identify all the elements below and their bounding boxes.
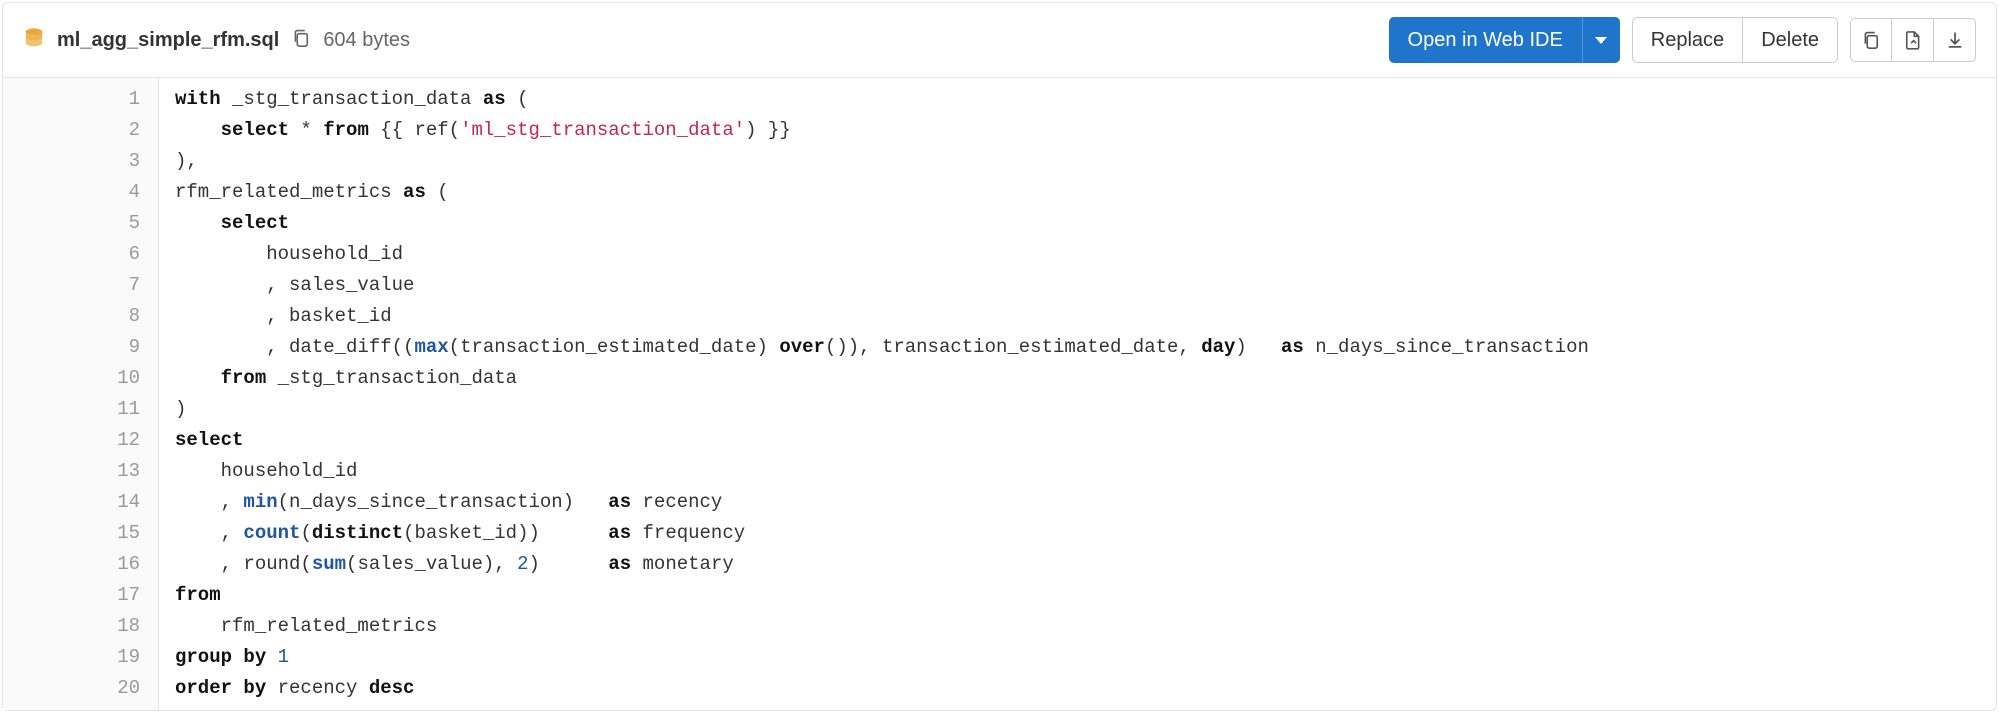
line-numbers-gutter: 1234567891011121314151617181920 — [3, 78, 159, 710]
delete-button[interactable]: Delete — [1743, 17, 1838, 63]
code-area: 1234567891011121314151617181920 with _st… — [3, 78, 1996, 710]
code-content[interactable]: with _stg_transaction_data as ( select *… — [159, 78, 1996, 710]
line-number[interactable]: 4 — [3, 177, 140, 208]
line-number[interactable]: 13 — [3, 456, 140, 487]
line-number[interactable]: 14 — [3, 487, 140, 518]
line-number[interactable]: 19 — [3, 642, 140, 673]
code-line: from — [175, 580, 1996, 611]
replace-delete-group: Replace Delete — [1632, 17, 1838, 63]
line-number[interactable]: 15 — [3, 518, 140, 549]
download-icon — [1945, 30, 1965, 50]
line-number[interactable]: 20 — [3, 673, 140, 704]
line-number[interactable]: 18 — [3, 611, 140, 642]
code-line: , round(sum(sales_value), 2) as monetary — [175, 549, 1996, 580]
line-number[interactable]: 17 — [3, 580, 140, 611]
file-name: ml_agg_simple_rfm.sql — [57, 29, 279, 52]
code-line: select * from {{ ref('ml_stg_transaction… — [175, 115, 1996, 146]
open-ide-group: Open in Web IDE — [1389, 17, 1620, 63]
line-number[interactable]: 5 — [3, 208, 140, 239]
replace-button[interactable]: Replace — [1632, 17, 1743, 63]
code-line: , min(n_days_since_transaction) as recen… — [175, 487, 1996, 518]
file-icon — [1903, 30, 1923, 50]
file-header: ml_agg_simple_rfm.sql 604 bytes Open in … — [3, 3, 1996, 78]
code-line: ), — [175, 146, 1996, 177]
code-line: , sales_value — [175, 270, 1996, 301]
code-line: ) — [175, 394, 1996, 425]
line-number[interactable]: 12 — [3, 425, 140, 456]
code-line: from _stg_transaction_data — [175, 363, 1996, 394]
copy-path-icon[interactable] — [291, 28, 311, 53]
open-raw-button[interactable] — [1892, 18, 1934, 62]
line-number[interactable]: 9 — [3, 332, 140, 363]
code-line: select — [175, 425, 1996, 456]
code-line: rfm_related_metrics — [175, 611, 1996, 642]
download-button[interactable] — [1934, 18, 1976, 62]
code-line: , date_diff((max(transaction_estimated_d… — [175, 332, 1996, 363]
line-number[interactable]: 2 — [3, 115, 140, 146]
chevron-down-icon — [1595, 37, 1607, 44]
code-line: household_id — [175, 456, 1996, 487]
line-number[interactable]: 10 — [3, 363, 140, 394]
code-line: rfm_related_metrics as ( — [175, 177, 1996, 208]
code-line: with _stg_transaction_data as ( — [175, 84, 1996, 115]
open-ide-dropdown-button[interactable] — [1582, 17, 1620, 63]
database-icon — [23, 27, 45, 54]
line-number[interactable]: 16 — [3, 549, 140, 580]
line-number[interactable]: 6 — [3, 239, 140, 270]
open-in-web-ide-button[interactable]: Open in Web IDE — [1389, 17, 1582, 63]
code-line: order by recency desc — [175, 673, 1996, 704]
line-number[interactable]: 11 — [3, 394, 140, 425]
copy-contents-button[interactable] — [1850, 18, 1892, 62]
file-size: 604 bytes — [323, 29, 410, 52]
code-line: group by 1 — [175, 642, 1996, 673]
clipboard-icon — [1861, 30, 1881, 50]
line-number[interactable]: 8 — [3, 301, 140, 332]
code-line: , basket_id — [175, 301, 1996, 332]
line-number[interactable]: 3 — [3, 146, 140, 177]
file-header-left: ml_agg_simple_rfm.sql 604 bytes — [23, 27, 410, 54]
code-line: household_id — [175, 239, 1996, 270]
code-line: , count(distinct(basket_id)) as frequenc… — [175, 518, 1996, 549]
line-number[interactable]: 1 — [3, 84, 140, 115]
code-line: select — [175, 208, 1996, 239]
file-action-icons — [1850, 18, 1976, 62]
file-panel: ml_agg_simple_rfm.sql 604 bytes Open in … — [2, 2, 1997, 711]
line-number[interactable]: 7 — [3, 270, 140, 301]
file-header-right: Open in Web IDE Replace Delete — [1389, 17, 1976, 63]
